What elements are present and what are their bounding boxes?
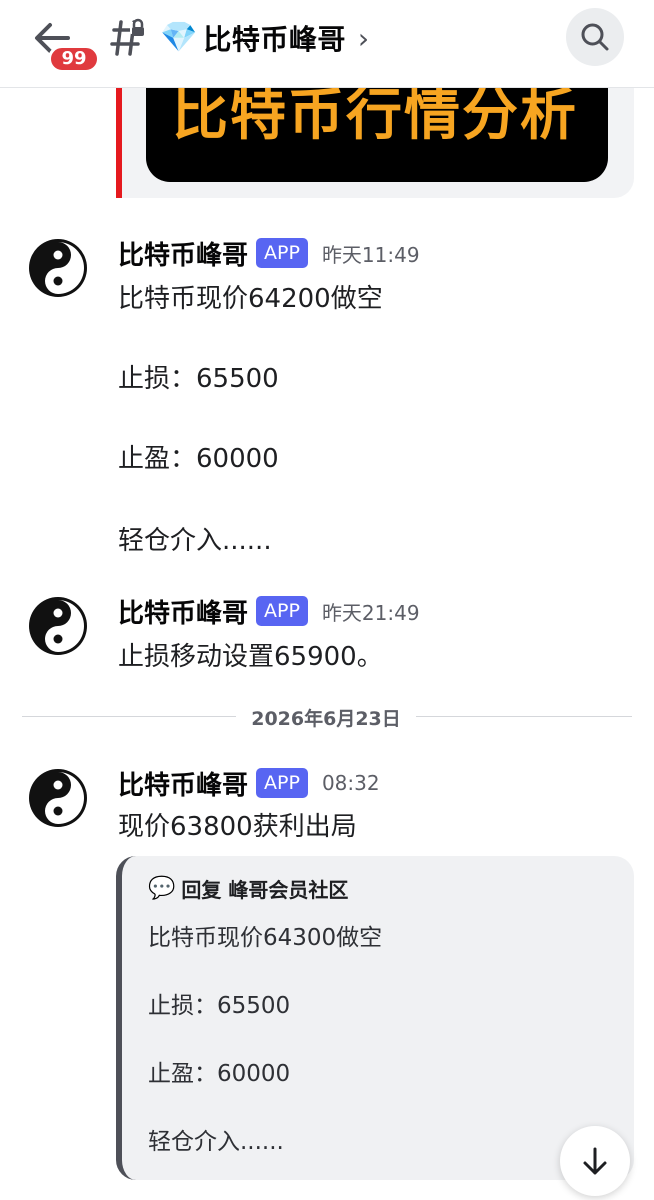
reply-embed[interactable]: 💬 回复 峰哥会员社区 比特币现价64300做空 止损：65500 止盈：600…	[116, 856, 634, 1180]
channel-title[interactable]: 💎 比特币峰哥 ›	[160, 16, 369, 60]
search-button[interactable]	[566, 8, 624, 66]
message-header: 比特币峰哥 APP 08:32	[118, 765, 380, 802]
hashtag-lock-icon	[104, 16, 148, 60]
message-line: 止盈：60000	[118, 444, 279, 474]
author-name[interactable]: 比特币峰哥	[118, 593, 248, 630]
author-name[interactable]: 比特币峰哥	[118, 235, 248, 272]
chevron-right-icon: ›	[357, 21, 370, 55]
app-badge: APP	[256, 596, 308, 626]
speech-bubble-icon: 💬	[148, 876, 176, 901]
gem-icon: 💎	[160, 20, 198, 55]
date-divider-label: 2026年6月23日	[236, 704, 416, 731]
yin-yang-avatar-icon	[26, 766, 90, 830]
message-line: 止损移动设置65900。	[118, 642, 383, 672]
app-badge: APP	[256, 238, 308, 268]
avatar[interactable]	[26, 766, 90, 830]
search-icon	[581, 23, 609, 51]
reply-line: 止损：65500	[148, 993, 291, 1019]
channel-name: 比特币峰哥	[203, 23, 346, 56]
unread-count-badge: 99	[48, 45, 100, 73]
message-line: 止损：65500	[118, 364, 279, 394]
yin-yang-avatar-icon	[26, 594, 90, 658]
reply-title-text: 回复 峰哥会员社区	[181, 878, 349, 902]
app-badge: APP	[256, 768, 308, 798]
message[interactable]: 比特币峰哥 APP 昨天11:49 比特币现价64200做空 止损：65500 …	[0, 230, 654, 570]
reply-line: 比特币现价64300做空	[148, 925, 383, 951]
reply-title[interactable]: 💬 回复 峰哥会员社区	[148, 874, 348, 903]
arrow-down-icon	[583, 1147, 607, 1175]
message-line: 比特币现价64200做空	[118, 284, 383, 314]
avatar[interactable]	[26, 594, 90, 658]
scroll-to-bottom-button[interactable]	[560, 1126, 630, 1196]
reply-line: 止盈：60000	[148, 1061, 291, 1087]
message-header: 比特币峰哥 APP 昨天11:49	[118, 235, 420, 272]
timestamp: 昨天11:49	[321, 242, 420, 267]
message-line: 现价63800获利出局	[118, 812, 357, 842]
avatar[interactable]	[26, 236, 90, 300]
author-name[interactable]: 比特币峰哥	[118, 765, 248, 802]
message-line: 轻仓介入......	[118, 526, 272, 556]
timestamp: 08:32	[321, 771, 380, 795]
reply-line: 轻仓介入......	[148, 1129, 284, 1155]
timestamp: 昨天21:49	[321, 600, 420, 625]
message[interactable]: 比特币峰哥 APP 08:32 现价63800获利出局	[0, 760, 654, 850]
message[interactable]: 比特币峰哥 APP 昨天21:49 止损移动设置65900。	[0, 588, 654, 678]
message-header: 比特币峰哥 APP 昨天21:49	[118, 593, 420, 630]
channel-header: 99 💎 比特币峰哥 ›	[0, 0, 654, 88]
yin-yang-avatar-icon	[26, 236, 90, 300]
